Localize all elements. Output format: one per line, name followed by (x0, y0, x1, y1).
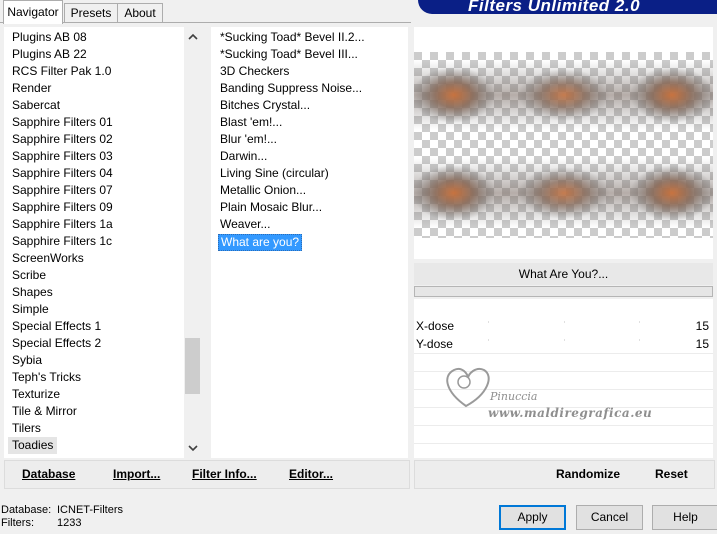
category-item[interactable]: Sapphire Filters 02 (12, 131, 113, 148)
filter-item[interactable]: Weaver... (220, 216, 270, 233)
y-dose-value: 15 (695, 337, 709, 351)
category-item[interactable]: Tile & Mirror (12, 403, 77, 420)
slider-x-dose[interactable]: X-dose 15 (414, 317, 713, 334)
filters-count-value: 1233 (57, 517, 82, 529)
category-item[interactable]: Render (12, 80, 51, 97)
category-item[interactable]: Plugins AB 08 (12, 29, 87, 46)
filter-title-bar: What Are You?... (414, 263, 713, 285)
category-item[interactable]: RCS Filter Pak 1.0 (12, 63, 111, 80)
watermark-logo (446, 368, 490, 408)
filter-item[interactable]: *Sucking Toad* Bevel II.2... (220, 29, 365, 46)
watermark-url: www.maldiregrafica.eu (488, 406, 653, 420)
scrollbar-thumb[interactable] (185, 338, 200, 394)
divider (414, 353, 713, 354)
x-dose-label: X-dose (416, 319, 455, 333)
brand-banner: Filters Unlimited 2.0 (418, 0, 717, 14)
divider (414, 443, 713, 444)
database-status-label: Database: (1, 504, 52, 516)
filter-item[interactable]: Blur 'em!... (220, 131, 277, 148)
slider-tick (564, 339, 565, 341)
category-item[interactable]: Sapphire Filters 04 (12, 165, 113, 182)
brand-title: Filters Unlimited 2.0 (468, 0, 641, 14)
filter-item[interactable]: *Sucking Toad* Bevel III... (220, 46, 358, 63)
category-item[interactable]: Sapphire Filters 03 (12, 148, 113, 165)
filter-info-button[interactable]: Filter Info... (192, 467, 257, 481)
category-item[interactable]: ScreenWorks (12, 250, 84, 267)
category-item[interactable]: Sapphire Filters 1a (12, 216, 113, 233)
filter-item[interactable]: Plain Mosaic Blur... (220, 199, 322, 216)
category-item[interactable]: Scribe (12, 267, 46, 284)
database-status-value: ICNET-Filters (57, 504, 123, 516)
slider-tick (564, 321, 565, 323)
category-item[interactable]: Sapphire Filters 09 (12, 199, 113, 216)
category-item[interactable]: Sybia (12, 352, 42, 369)
preview-image (414, 52, 713, 238)
slider-tick (488, 321, 489, 323)
tab-about[interactable]: About (117, 3, 163, 23)
cancel-button[interactable]: Cancel (576, 505, 643, 530)
category-scrollbar[interactable] (184, 27, 201, 458)
category-item[interactable]: Sapphire Filters 1c (12, 233, 112, 250)
slider-tick (639, 339, 640, 341)
category-item[interactable]: Toadies (8, 437, 58, 454)
filter-item[interactable]: Blast 'em!... (220, 114, 282, 131)
x-dose-value: 15 (695, 319, 709, 333)
slider-y-dose[interactable]: Y-dose 15 (414, 335, 713, 352)
y-dose-label: Y-dose (416, 337, 453, 351)
category-item[interactable]: Sabercat (12, 97, 60, 114)
filter-item[interactable]: Darwin... (220, 148, 267, 165)
category-item[interactable]: Plugins AB 22 (12, 46, 87, 63)
scroll-up-icon[interactable] (184, 29, 201, 46)
slider-tick (639, 321, 640, 323)
tab-presets[interactable]: Presets (64, 3, 118, 23)
filter-item[interactable]: Bitches Crystal... (220, 97, 310, 114)
randomize-button[interactable]: Randomize (556, 467, 620, 481)
category-item[interactable]: Shapes (12, 284, 53, 301)
scroll-down-icon[interactable] (184, 441, 201, 458)
database-button[interactable]: Database (22, 467, 75, 481)
import-button[interactable]: Import... (113, 467, 160, 481)
progress-bar (414, 286, 713, 297)
reset-button[interactable]: Reset (655, 467, 688, 481)
filter-item[interactable]: Metallic Onion... (220, 182, 306, 199)
help-button[interactable]: Help (652, 505, 717, 530)
apply-button[interactable]: Apply (499, 505, 566, 530)
filter-item[interactable]: What are you? (218, 234, 303, 251)
filters-count-label: Filters: (1, 517, 34, 529)
filter-item[interactable]: Banding Suppress Noise... (220, 80, 362, 97)
editor-button[interactable]: Editor... (289, 467, 333, 481)
watermark-name: Pinuccia (490, 390, 538, 403)
divider (414, 425, 713, 426)
filter-item[interactable]: Living Sine (circular) (220, 165, 329, 182)
category-item[interactable]: Simple (12, 301, 49, 318)
category-item[interactable]: Sapphire Filters 07 (12, 182, 113, 199)
category-item[interactable]: Sapphire Filters 01 (12, 114, 113, 131)
category-item[interactable]: Tilers (12, 420, 41, 437)
tab-navigator[interactable]: Navigator (3, 0, 63, 24)
filter-item[interactable]: 3D Checkers (220, 63, 289, 80)
category-item[interactable]: Special Effects 1 (12, 318, 101, 335)
category-list[interactable]: Plugins AB 08 Plugins AB 22 RCS Filter Pak… (4, 27, 184, 458)
category-item[interactable]: Special Effects 2 (12, 335, 101, 352)
slider-tick (488, 339, 489, 341)
category-item[interactable]: Teph's Tricks (12, 369, 81, 386)
category-item[interactable]: Texturize (12, 386, 60, 403)
